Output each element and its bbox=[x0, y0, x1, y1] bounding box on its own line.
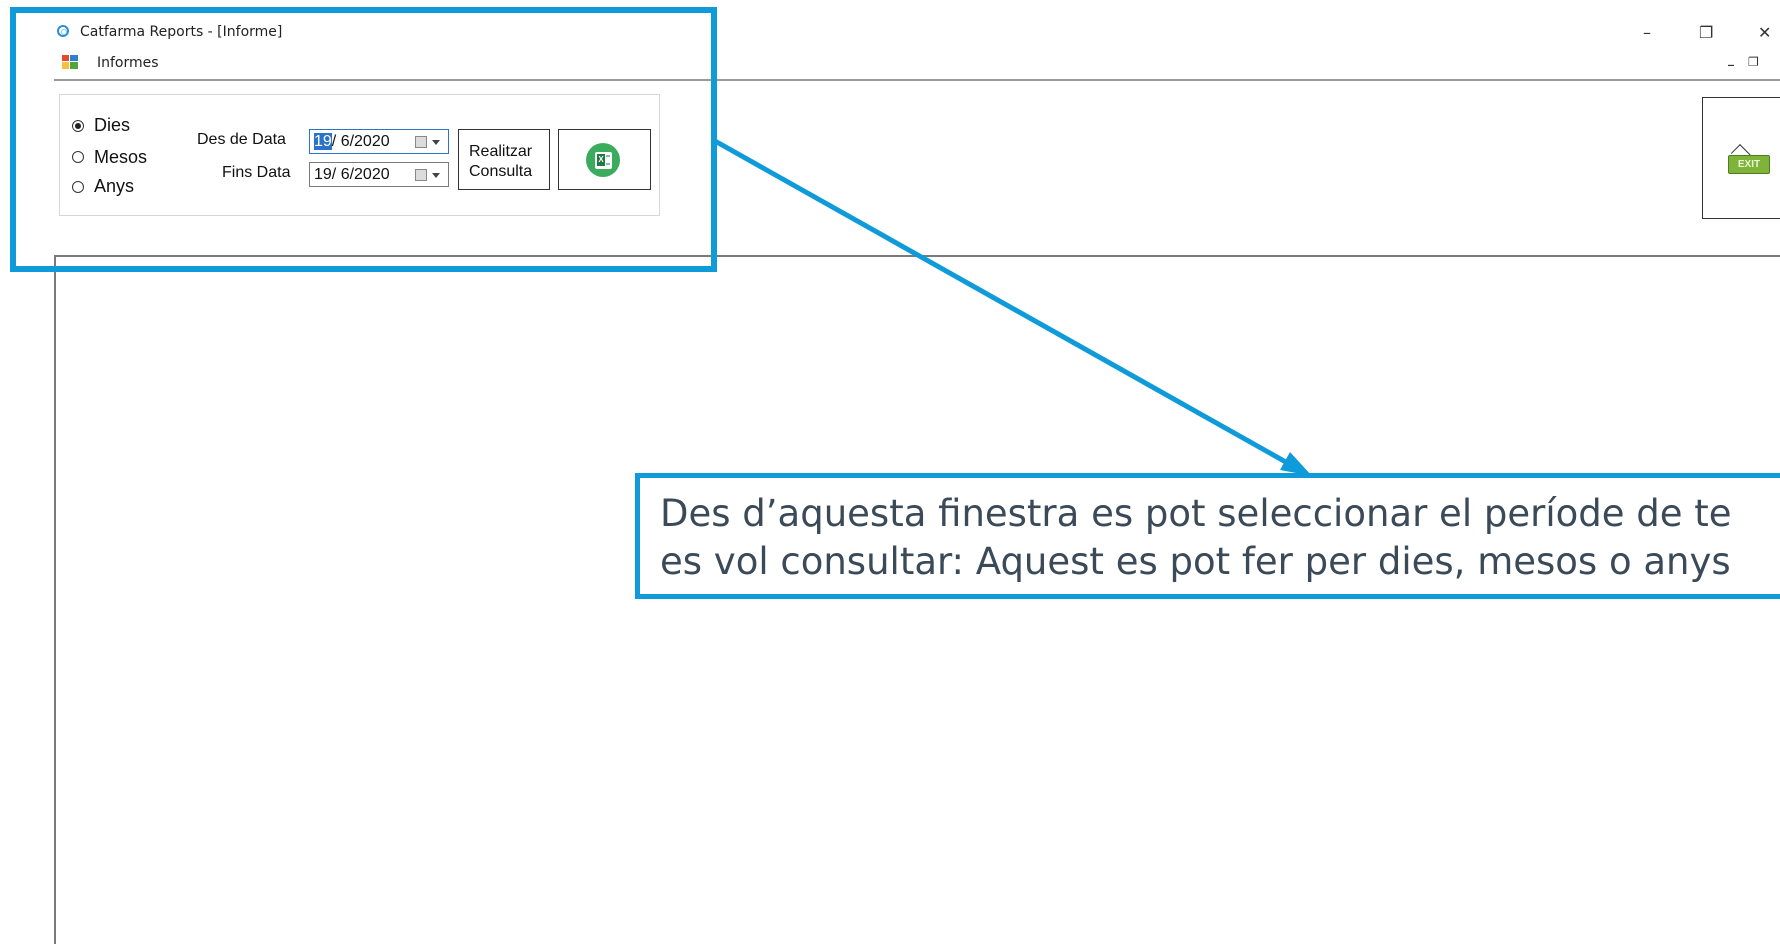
annotation-callout: Des d’aquesta finestra es pot selecciona… bbox=[635, 473, 1780, 599]
callout-line-2: es vol consultar: Aquest es pot fer per … bbox=[660, 540, 1731, 583]
callout-line-1: Des d’aquesta finestra es pot selecciona… bbox=[660, 492, 1732, 535]
callout-text: Des d’aquesta finestra es pot selecciona… bbox=[660, 490, 1780, 586]
annotation-arrow bbox=[713, 138, 1312, 476]
